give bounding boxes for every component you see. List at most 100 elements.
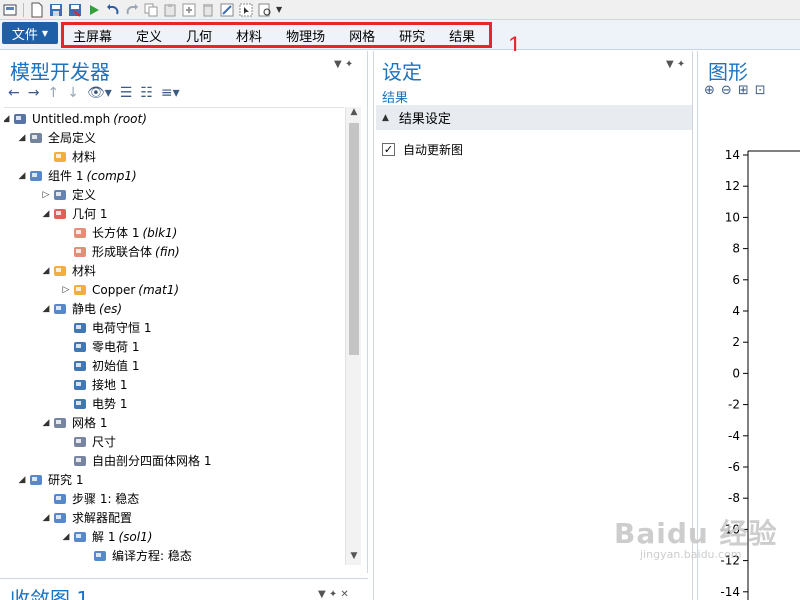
tree-item-label: 网格 1 <box>72 416 108 430</box>
tab-results[interactable]: 结果 <box>437 23 487 47</box>
panel-menu-icon[interactable]: ▼ ✦ <box>334 59 353 70</box>
baidu-watermark: Baidu 经验 jingyan.baidu.com <box>614 512 778 561</box>
scroll-up-icon[interactable]: ▲ <box>346 107 362 121</box>
toolbar-separator <box>23 2 24 17</box>
save-icon[interactable] <box>48 2 64 18</box>
collapse-arrow-icon[interactable]: ◢ <box>40 304 52 314</box>
select-icon[interactable] <box>238 2 254 18</box>
tree-item[interactable]: 编译方程: 稳态 <box>80 546 192 565</box>
tree-item[interactable]: 接地 1 <box>60 375 127 394</box>
collapse-arrow-icon[interactable]: ◢ <box>16 133 28 143</box>
tree-scrollbar[interactable]: ▲ ▼ <box>345 107 361 565</box>
redo-icon[interactable] <box>124 2 140 18</box>
tree-item[interactable]: ▷ Copper (mat1) <box>60 280 180 299</box>
tree-item-label: 解 1 <box>92 530 116 544</box>
tab-materials[interactable]: 材料 <box>224 23 274 47</box>
tree-item-label: 材料 <box>72 264 97 278</box>
y-tick-label: -6 <box>728 460 740 474</box>
duplicate-icon[interactable] <box>181 2 197 18</box>
tree-item[interactable]: ▷ 定义 <box>40 185 96 204</box>
chevron-down-icon[interactable]: ▼ <box>276 5 282 14</box>
tree-item[interactable]: 步骤 1: 稳态 <box>40 489 139 508</box>
copy-icon[interactable] <box>143 2 159 18</box>
tree-item[interactable]: ◢ 几何 1 <box>40 204 108 223</box>
tree-item[interactable]: 材料 <box>40 147 96 166</box>
tree-item[interactable]: 电荷守恒 1 <box>60 318 151 337</box>
tree-item[interactable]: ◢ Untitled.mph(root) <box>4 109 147 128</box>
tree-item[interactable]: ◢ 材料 <box>40 261 96 280</box>
tab-geometry[interactable]: 几何 <box>174 23 224 47</box>
delete-icon[interactable] <box>200 2 216 18</box>
y-tick-label: 6 <box>732 273 740 287</box>
collapse-all-icon[interactable]: ☷ <box>140 85 153 101</box>
tab-home[interactable]: 主屏幕 <box>70 23 124 47</box>
collapse-arrow-icon[interactable]: ◢ <box>40 209 52 219</box>
save-as-icon[interactable] <box>67 2 83 18</box>
tree-item[interactable]: 自由剖分四面体网格 1 <box>60 451 211 470</box>
zoom-out-icon[interactable]: ⊖ <box>721 83 732 98</box>
section-header-results-settings[interactable]: ▲ 结果设定 <box>376 105 692 130</box>
paste-icon[interactable] <box>162 2 178 18</box>
expand-arrow-icon[interactable]: ▷ <box>60 285 72 295</box>
down-arrow-icon[interactable]: ↓ <box>67 85 79 101</box>
tab-mesh[interactable]: 网格 <box>337 23 387 47</box>
zoom-box-icon[interactable]: ⊞ <box>738 83 749 98</box>
undo-icon[interactable] <box>105 2 121 18</box>
tree-item[interactable]: 电势 1 <box>60 394 127 413</box>
mesh-icon <box>52 415 68 431</box>
expand-all-icon[interactable]: ☰ <box>120 85 133 101</box>
tree-item-tag: (root) <box>113 111 147 126</box>
zoom-extents-icon[interactable]: ⊡ <box>755 83 766 98</box>
collapse-arrow-icon[interactable]: ◢ <box>40 513 52 523</box>
collapse-arrow-icon[interactable]: ◢ <box>40 418 52 428</box>
chevron-down-icon: ▼ <box>41 28 49 38</box>
charge-conservation-icon <box>72 320 88 336</box>
file-menu-button[interactable]: 文件 ▼ <box>2 22 58 44</box>
tab-physics[interactable]: 物理场 <box>274 23 337 47</box>
list-options-icon[interactable]: ≡▾ <box>161 85 180 101</box>
tab-definitions[interactable]: 定义 <box>124 23 174 47</box>
show-icon[interactable]: 👁▾ <box>87 85 112 101</box>
collapse-arrow-icon[interactable]: ◢ <box>4 114 12 124</box>
new-icon[interactable] <box>29 2 45 18</box>
y-tick-label: 8 <box>732 242 740 256</box>
tree-item[interactable]: 形成联合体 (fin) <box>60 242 180 261</box>
expand-arrow-icon[interactable]: ▷ <box>40 190 52 200</box>
collapse-arrow-icon[interactable]: ◢ <box>40 266 52 276</box>
tree-item[interactable]: ◢ 静电 (es) <box>40 299 122 318</box>
tree-item[interactable]: 零电荷 1 <box>60 337 139 356</box>
graphics-title: 图形 <box>708 60 748 84</box>
tree-item-label: 形成联合体 <box>92 245 153 259</box>
collapse-arrow-icon[interactable]: ◢ <box>16 171 28 181</box>
back-arrow-icon[interactable]: ← <box>8 85 20 101</box>
panel-menu-icon[interactable]: ▼ ✦ <box>666 59 685 70</box>
tree-item[interactable]: 初始值 1 <box>60 356 139 375</box>
run-icon[interactable] <box>86 2 102 18</box>
panel-menu-icon[interactable]: ▼ ✦ ✕ <box>318 589 349 600</box>
tree-item[interactable]: 尺寸 <box>60 432 116 451</box>
forward-arrow-icon[interactable]: → <box>28 85 40 101</box>
tree-item[interactable]: 长方体 1 (blk1) <box>60 223 177 242</box>
up-arrow-icon[interactable]: ↑ <box>47 85 59 101</box>
tree-item[interactable]: ◢ 网格 1 <box>40 413 108 432</box>
tree-item[interactable]: ◢ 解 1 (sol1) <box>60 527 153 546</box>
scroll-down-icon[interactable]: ▼ <box>346 551 362 565</box>
tab-study[interactable]: 研究 <box>387 23 437 47</box>
tree-item-label: 零电荷 1 <box>92 340 140 354</box>
auto-update-checkbox[interactable]: ✓ <box>382 143 395 156</box>
collapse-arrow-icon[interactable]: ◢ <box>16 475 28 485</box>
tree-item[interactable]: ◢ 研究 1 <box>16 470 84 489</box>
tree-item-label: 静电 <box>72 302 97 316</box>
zoom-icon[interactable] <box>257 2 273 18</box>
zoom-in-icon[interactable]: ⊕ <box>704 83 715 98</box>
tree-item[interactable]: ◢ 组件 1 (comp1) <box>16 166 137 185</box>
build-icon[interactable] <box>219 2 235 18</box>
app-icon[interactable] <box>2 2 18 18</box>
tree-item[interactable]: ◢ 全局定义 <box>16 128 96 147</box>
tree-item[interactable]: ◢ 求解器配置 <box>40 508 132 527</box>
tree-item-label: 全局定义 <box>48 131 97 145</box>
scrollbar-thumb[interactable] <box>349 123 359 355</box>
collapse-arrow-icon[interactable]: ◢ <box>60 532 72 542</box>
potential-icon <box>72 396 88 412</box>
ground-icon <box>72 377 88 393</box>
